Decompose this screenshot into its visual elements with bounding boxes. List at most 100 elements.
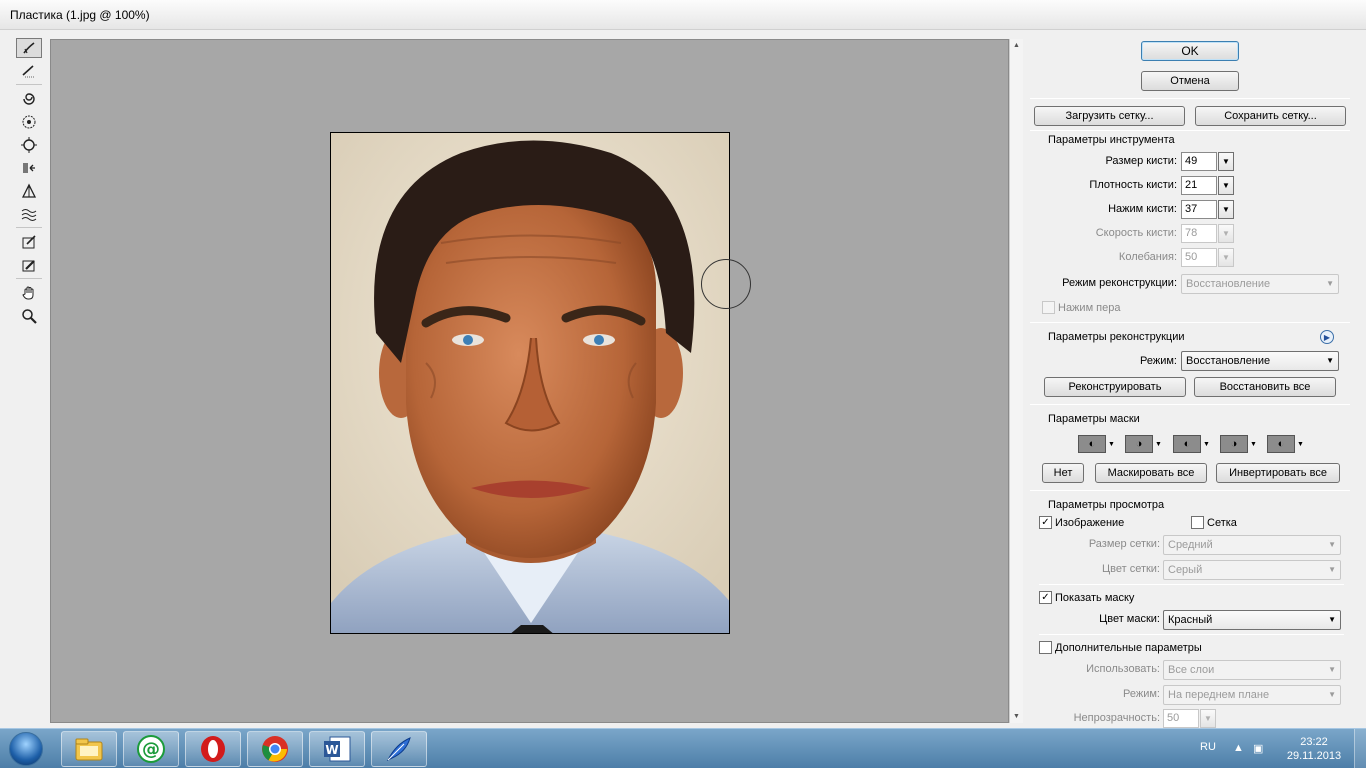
mesh-color-label: Цвет сетки: <box>1101 563 1160 575</box>
cancel-button[interactable]: Отмена <box>1141 71 1239 91</box>
divider <box>1030 130 1350 131</box>
opacity-dropdown-icon: ▼ <box>1200 709 1216 728</box>
brush-pressure-dropdown-icon[interactable]: ▼ <box>1218 200 1234 219</box>
reconstruct-mode-label: Режим реконструкции: <box>1062 277 1177 289</box>
brush-rate-dropdown-icon: ▼ <box>1218 224 1234 243</box>
mask-color-value: Красный <box>1168 614 1213 626</box>
mail-agent-icon[interactable]: @ <box>123 731 179 767</box>
scroll-down-icon[interactable]: ▼ <box>1013 713 1020 720</box>
opera-icon[interactable] <box>185 731 241 767</box>
scroll-up-icon[interactable]: ▲ <box>1013 42 1020 49</box>
divider <box>1039 584 1344 585</box>
chrome-icon[interactable] <box>247 731 303 767</box>
show-backdrop-checkbox[interactable] <box>1039 641 1052 654</box>
brush-density-label: Плотность кисти: <box>1089 179 1177 191</box>
chevron-down-icon: ▼ <box>1328 565 1336 574</box>
mask-none-button[interactable]: Нет <box>1042 463 1084 483</box>
word-icon[interactable]: W <box>309 731 365 767</box>
mask-color-select[interactable]: Красный ▼ <box>1163 610 1341 630</box>
mask-invert-selection-icon[interactable]: ◐ ▼ <box>1267 434 1307 454</box>
mirror-tool-icon[interactable] <box>16 181 42 201</box>
chevron-down-icon: ▼ <box>1328 665 1336 674</box>
brush-pressure-label: Нажим кисти: <box>1108 203 1177 215</box>
reconstruct-button[interactable]: Реконструировать <box>1044 377 1186 397</box>
chevron-down-icon: ▼ <box>1328 690 1336 699</box>
mask-intersect-selection-icon[interactable]: ◑ ▼ <box>1220 434 1260 454</box>
forward-warp-tool-icon[interactable] <box>16 38 42 58</box>
tool-options-title: Параметры инструмента <box>1048 134 1175 146</box>
show-mesh-label: Сетка <box>1207 517 1237 529</box>
toolbar-divider <box>16 278 42 279</box>
mask-subtract-from-selection-icon[interactable]: ◐ ▼ <box>1173 434 1213 454</box>
network-icon[interactable]: ▣ <box>1253 742 1263 755</box>
opacity-input: 50 <box>1163 709 1199 728</box>
reconstruct-mode-select-2[interactable]: Восстановление ▼ <box>1181 351 1339 371</box>
show-mask-label: Показать маску <box>1055 592 1135 604</box>
show-mesh-checkbox[interactable] <box>1191 516 1204 529</box>
divider <box>1039 634 1344 635</box>
ok-button[interactable]: OK <box>1141 41 1239 61</box>
brush-density-input[interactable]: 21 <box>1181 176 1217 195</box>
zoom-tool-icon[interactable] <box>16 306 42 326</box>
reconstruct-tool-icon[interactable] <box>16 61 42 81</box>
chevron-down-icon: ▼ <box>1326 279 1334 288</box>
brush-density-dropdown-icon[interactable]: ▼ <box>1218 176 1234 195</box>
chevron-down-icon: ▼ <box>1328 540 1336 549</box>
canvas-scrollbar[interactable]: ▲ ▼ <box>1009 39 1023 723</box>
freeze-mask-tool-icon[interactable] <box>16 232 42 252</box>
portrait-photo <box>331 133 729 633</box>
mesh-size-value: Средний <box>1168 539 1213 551</box>
title-bar: Пластика (1.jpg @ 100%) <box>0 0 1366 30</box>
mask-add-to-selection-icon[interactable]: ◑ ▼ <box>1125 434 1165 454</box>
show-backdrop-label: Дополнительные параметры <box>1055 642 1202 654</box>
show-desktop-button[interactable] <box>1354 729 1366 768</box>
expand-options-icon[interactable]: ▶ <box>1320 330 1334 344</box>
image-preview[interactable] <box>330 132 730 634</box>
explorer-icon[interactable] <box>61 731 117 767</box>
load-mesh-button[interactable]: Загрузить сетку... <box>1034 106 1185 126</box>
pucker-tool-icon[interactable] <box>16 112 42 132</box>
photoshop-feather-icon[interactable] <box>371 731 427 767</box>
tray-expand-icon[interactable]: ▲ <box>1233 742 1244 754</box>
restore-all-button[interactable]: Восстановить все <box>1194 377 1336 397</box>
stylus-pressure-checkbox <box>1042 301 1055 314</box>
brush-rate-label: Скорость кисти: <box>1095 227 1177 239</box>
save-mesh-button[interactable]: Сохранить сетку... <box>1195 106 1346 126</box>
brush-size-input[interactable]: 49 <box>1181 152 1217 171</box>
show-mask-checkbox[interactable]: ✓ <box>1039 591 1052 604</box>
push-left-tool-icon[interactable] <box>16 158 42 178</box>
windows-taskbar: @ W RU ▲ ▣ 23:22 29.11.2013 <box>0 728 1366 768</box>
turbulence-tool-icon[interactable] <box>16 204 42 224</box>
use-layers-select: Все слои ▼ <box>1163 660 1341 680</box>
thaw-mask-tool-icon[interactable] <box>16 255 42 275</box>
brush-pressure-input[interactable]: 37 <box>1181 200 1217 219</box>
invert-all-button[interactable]: Инвертировать все <box>1216 463 1340 483</box>
twirl-clockwise-tool-icon[interactable] <box>16 89 42 109</box>
show-image-label: Изображение <box>1055 517 1125 529</box>
brush-size-dropdown-icon[interactable]: ▼ <box>1218 152 1234 171</box>
start-button[interactable] <box>4 730 48 768</box>
tool-panel <box>14 38 44 329</box>
clock[interactable]: 23:22 29.11.2013 <box>1286 735 1342 763</box>
reconstruct-mode-value: Восстановление <box>1186 278 1271 290</box>
window-title: Пластика (1.jpg @ 100%) <box>10 8 150 22</box>
language-indicator[interactable]: RU <box>1200 741 1216 753</box>
hand-tool-icon[interactable] <box>16 283 42 303</box>
preview-canvas[interactable] <box>50 39 1009 723</box>
turbulent-jitter-input: 50 <box>1181 248 1217 267</box>
brush-rate-input: 78 <box>1181 224 1217 243</box>
brush-cursor <box>701 259 751 309</box>
turbulent-jitter-dropdown-icon: ▼ <box>1218 248 1234 267</box>
view-options-title: Параметры просмотра <box>1048 499 1165 511</box>
divider <box>1030 322 1350 323</box>
mask-all-button[interactable]: Маскировать все <box>1095 463 1207 483</box>
mask-replace-selection-icon[interactable]: ◐ ▼ <box>1078 434 1118 454</box>
mask-color-label: Цвет маски: <box>1099 613 1160 625</box>
svg-text:W: W <box>325 743 338 757</box>
chevron-down-icon: ▼ <box>1326 356 1334 365</box>
show-image-checkbox[interactable]: ✓ <box>1039 516 1052 529</box>
mask-options-title: Параметры маски <box>1048 413 1140 425</box>
clock-date: 29.11.2013 <box>1286 750 1342 762</box>
bloat-tool-icon[interactable] <box>16 135 42 155</box>
use-layers-value: Все слои <box>1168 664 1215 676</box>
